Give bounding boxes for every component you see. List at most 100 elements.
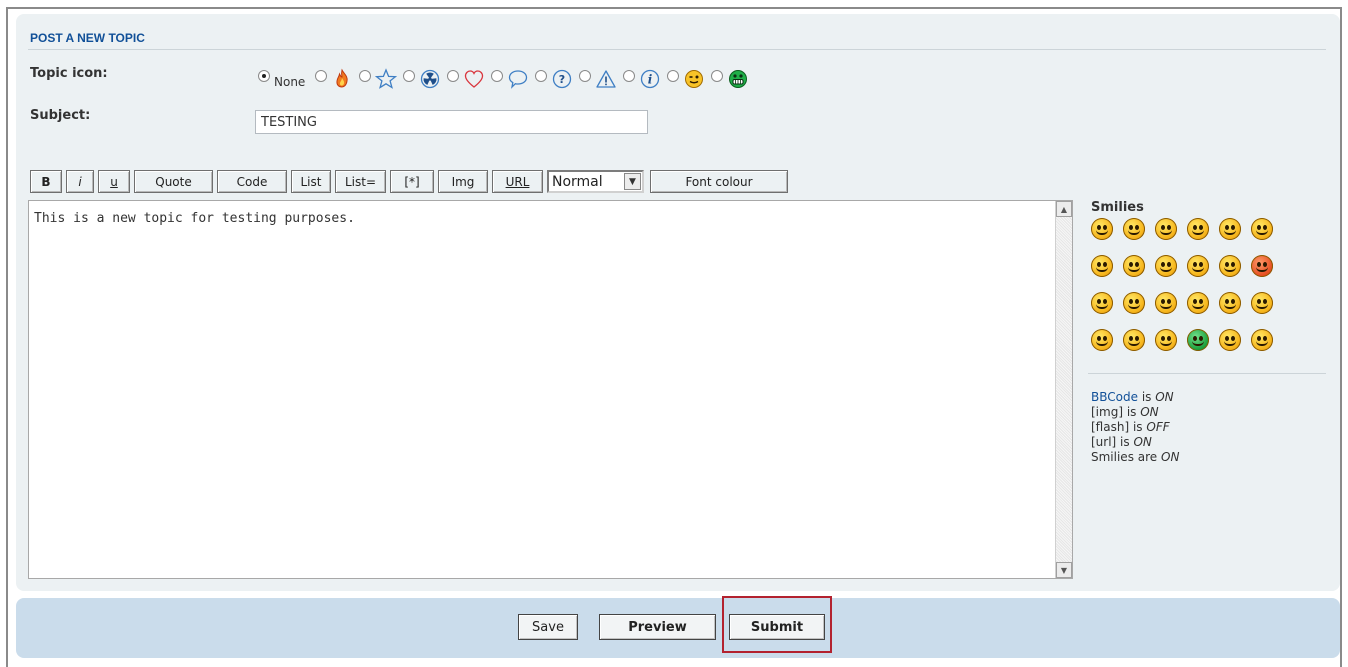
topic-icon-option-wink[interactable] xyxy=(667,68,705,90)
smiley-icon[interactable] xyxy=(1091,329,1113,351)
topic-icon-radio[interactable] xyxy=(315,70,328,82)
bbcode-status-line: BBCode is ON xyxy=(1091,390,1179,405)
smilies-grid xyxy=(1091,218,1311,351)
scroll-down-icon[interactable]: ▼ xyxy=(1056,562,1072,578)
topic-icon-option-heart[interactable] xyxy=(447,68,485,90)
topic-icon-radio[interactable] xyxy=(491,70,504,82)
img-state: ON xyxy=(1140,405,1159,419)
topic-icon-radio[interactable] xyxy=(359,70,372,82)
topic-icon-option-grin[interactable] xyxy=(711,68,749,90)
topic-icon-option-speech[interactable] xyxy=(491,68,529,90)
italic-button[interactable]: i xyxy=(66,170,94,193)
bbcode-is-text: is xyxy=(1141,390,1152,404)
topic-icon-radio[interactable] xyxy=(403,70,416,82)
smiley-icon[interactable] xyxy=(1219,255,1241,277)
sidebar-divider xyxy=(1088,373,1326,374)
list-item-button[interactable]: [*] xyxy=(390,170,434,193)
topic-icon-radio[interactable] xyxy=(447,70,460,82)
font-colour-button[interactable]: Font colour xyxy=(650,170,788,193)
smiley-icon[interactable] xyxy=(1123,255,1145,277)
topic-icon-radio[interactable] xyxy=(579,70,592,82)
topic-icon-option-star[interactable] xyxy=(359,68,398,90)
save-button[interactable]: Save xyxy=(518,614,578,640)
question-icon: ? xyxy=(553,69,572,89)
img-button[interactable]: Img xyxy=(438,170,488,193)
topic-icon-radio[interactable] xyxy=(711,70,724,82)
list-ordered-button[interactable]: List= xyxy=(335,170,386,193)
code-button[interactable]: Code xyxy=(217,170,287,193)
url-state: ON xyxy=(1133,435,1152,449)
heart-icon xyxy=(465,70,484,88)
smiley-wink-icon xyxy=(685,70,704,88)
smiley-icon[interactable] xyxy=(1219,292,1241,314)
subject-input[interactable] xyxy=(255,110,648,134)
img-status-label: [img] is xyxy=(1091,405,1137,419)
smiley-icon[interactable] xyxy=(1091,218,1113,240)
submit-highlight-box xyxy=(722,596,832,653)
smiley-icon[interactable] xyxy=(1123,329,1145,351)
smiley-icon[interactable] xyxy=(1251,292,1273,314)
bold-button[interactable]: B xyxy=(30,170,62,193)
url-status-line: [url] is ON xyxy=(1091,435,1179,450)
panel-divider xyxy=(28,49,1326,50)
panel-title: POST A NEW TOPIC xyxy=(30,31,145,45)
chevron-down-icon[interactable]: ▼ xyxy=(624,173,641,190)
smiley-icon[interactable] xyxy=(1251,218,1273,240)
smiley-icon[interactable] xyxy=(1251,329,1273,351)
topic-icon-radio[interactable] xyxy=(623,70,636,82)
smiley-icon[interactable] xyxy=(1091,292,1113,314)
font-size-select[interactable]: Normal ▼ xyxy=(547,170,644,193)
smiley-grin-icon xyxy=(729,70,748,88)
message-textarea[interactable]: This is a new topic for testing purposes… xyxy=(28,200,1073,579)
smiley-icon[interactable] xyxy=(1251,255,1273,277)
smiley-icon[interactable] xyxy=(1155,218,1177,240)
smiley-icon[interactable] xyxy=(1187,292,1209,314)
list-button[interactable]: List xyxy=(291,170,331,193)
smiley-icon[interactable] xyxy=(1187,255,1209,277)
smiley-icon[interactable] xyxy=(1219,218,1241,240)
url-button[interactable]: URL xyxy=(492,170,543,193)
info-icon: i xyxy=(641,69,660,89)
smiley-icon[interactable] xyxy=(1155,329,1177,351)
warning-icon xyxy=(596,70,616,88)
url-status-label: [url] is xyxy=(1091,435,1130,449)
fire-icon xyxy=(336,68,348,88)
smiley-icon[interactable] xyxy=(1219,329,1241,351)
smiley-icon[interactable] xyxy=(1187,329,1209,351)
topic-icon-option-radioactive[interactable] xyxy=(403,68,441,90)
topic-icon-option-info[interactable]: i xyxy=(623,68,661,90)
star-icon xyxy=(375,68,398,89)
topic-icon-radio-none[interactable] xyxy=(258,70,270,82)
bbcode-help-link[interactable]: BBCode xyxy=(1091,390,1138,404)
scroll-up-icon[interactable]: ▲ xyxy=(1056,201,1072,217)
smiley-icon[interactable] xyxy=(1187,218,1209,240)
bbcode-status: BBCode is ON [img] is ON [flash] is OFF … xyxy=(1091,390,1179,465)
smiley-icon[interactable] xyxy=(1155,255,1177,277)
message-text: This is a new topic for testing purposes… xyxy=(34,211,355,226)
topic-icon-option-warning[interactable] xyxy=(579,68,617,90)
smilies-title: Smilies xyxy=(1091,200,1144,215)
editor-scrollbar[interactable]: ▲ ▼ xyxy=(1055,201,1072,578)
svg-text:?: ? xyxy=(559,73,565,86)
bbcode-toolbar: B i u Quote Code List List= [*] Img URL … xyxy=(30,170,792,193)
svg-text:i: i xyxy=(648,73,653,87)
smiley-icon[interactable] xyxy=(1123,218,1145,240)
smilies-status-label: Smilies are xyxy=(1091,450,1158,464)
topic-icon-radio[interactable] xyxy=(667,70,680,82)
smiley-icon[interactable] xyxy=(1123,292,1145,314)
flash-status-line: [flash] is OFF xyxy=(1091,420,1179,435)
topic-icon-radio[interactable] xyxy=(535,70,548,82)
smilies-status-line: Smilies are ON xyxy=(1091,450,1179,465)
font-size-value: Normal xyxy=(552,173,603,190)
smiley-icon[interactable] xyxy=(1091,255,1113,277)
topic-icon-option-none[interactable]: None xyxy=(258,69,309,89)
radioactive-icon xyxy=(421,69,440,89)
topic-icon-option-question[interactable]: ? xyxy=(535,68,573,90)
subject-label: Subject: xyxy=(30,108,91,123)
underline-button[interactable]: u xyxy=(98,170,130,193)
preview-button[interactable]: Preview xyxy=(599,614,716,640)
topic-icon-option-fire[interactable] xyxy=(315,68,353,90)
bbcode-state: ON xyxy=(1155,390,1174,404)
quote-button[interactable]: Quote xyxy=(134,170,213,193)
smiley-icon[interactable] xyxy=(1155,292,1177,314)
